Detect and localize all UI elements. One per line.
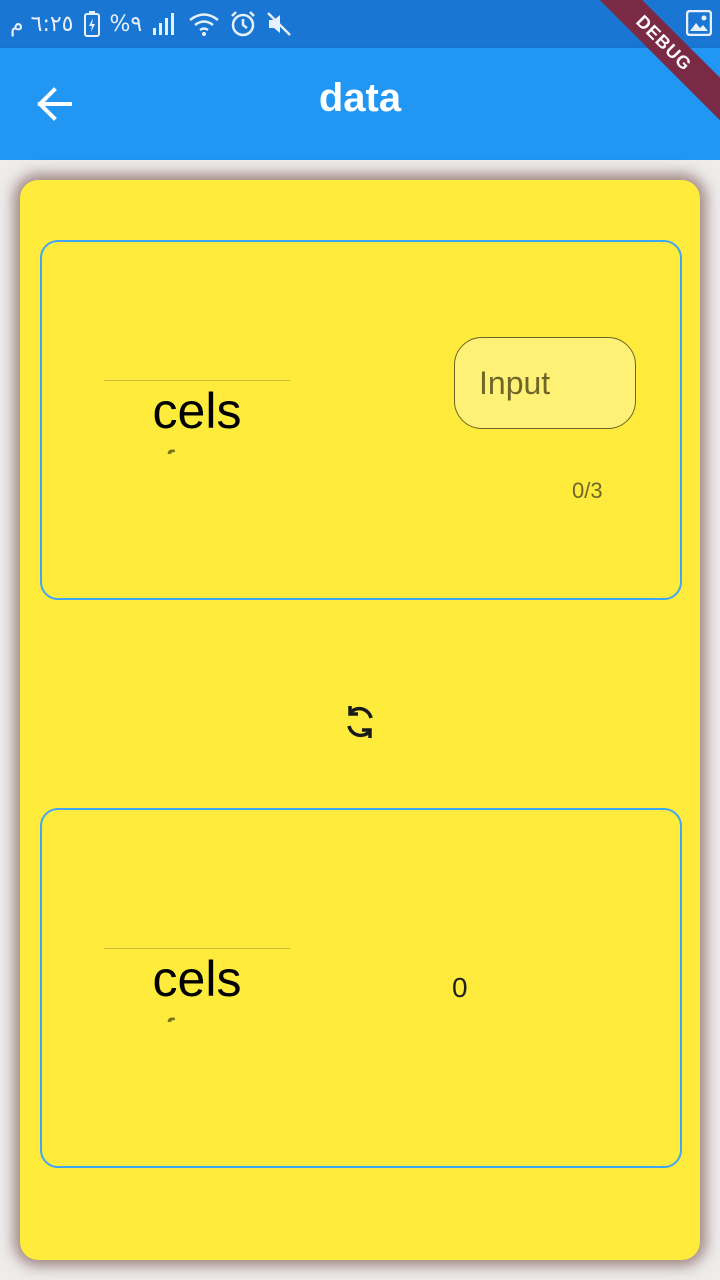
swap-button[interactable] <box>340 702 380 742</box>
value-input[interactable]: Input <box>454 337 636 429</box>
alarm-icon <box>230 11 256 37</box>
input-unit-picker[interactable]: cels fenr <box>104 314 290 454</box>
picker-next-unit[interactable]: fenr <box>104 1012 290 1022</box>
input-unit-box: cels fenr Input 0/3 <box>40 240 682 600</box>
debug-label: DEBUG <box>590 0 720 125</box>
mute-icon <box>266 11 292 37</box>
converter-card: cels fenr Input 0/3 <box>20 180 700 1260</box>
debug-banner: DEBUG <box>590 0 720 130</box>
battery-percent: %٩ <box>109 11 143 37</box>
status-icons: ٦:٢٥ م %٩ <box>10 8 292 40</box>
output-unit-picker[interactable]: cels fenr <box>104 882 290 1022</box>
signal-icon <box>152 12 178 36</box>
content-area: cels fenr Input 0/3 <box>0 160 720 1280</box>
refresh-icon <box>340 706 380 746</box>
output-unit-box: cels fenr 0 <box>40 808 682 1168</box>
picker-selected-unit: cels <box>152 951 242 1007</box>
picker-line-top <box>104 380 290 381</box>
status-time: ٦:٢٥ م <box>10 11 74 37</box>
picker-selected-unit: cels <box>152 383 242 439</box>
battery-icon <box>83 11 100 37</box>
picker-line-top <box>104 948 290 949</box>
char-counter: 0/3 <box>572 478 603 503</box>
wifi-icon <box>188 11 220 37</box>
picker-next-unit[interactable]: fenr <box>104 444 290 454</box>
value-input-placeholder: Input <box>479 365 551 401</box>
result-value: 0 <box>452 972 468 1003</box>
